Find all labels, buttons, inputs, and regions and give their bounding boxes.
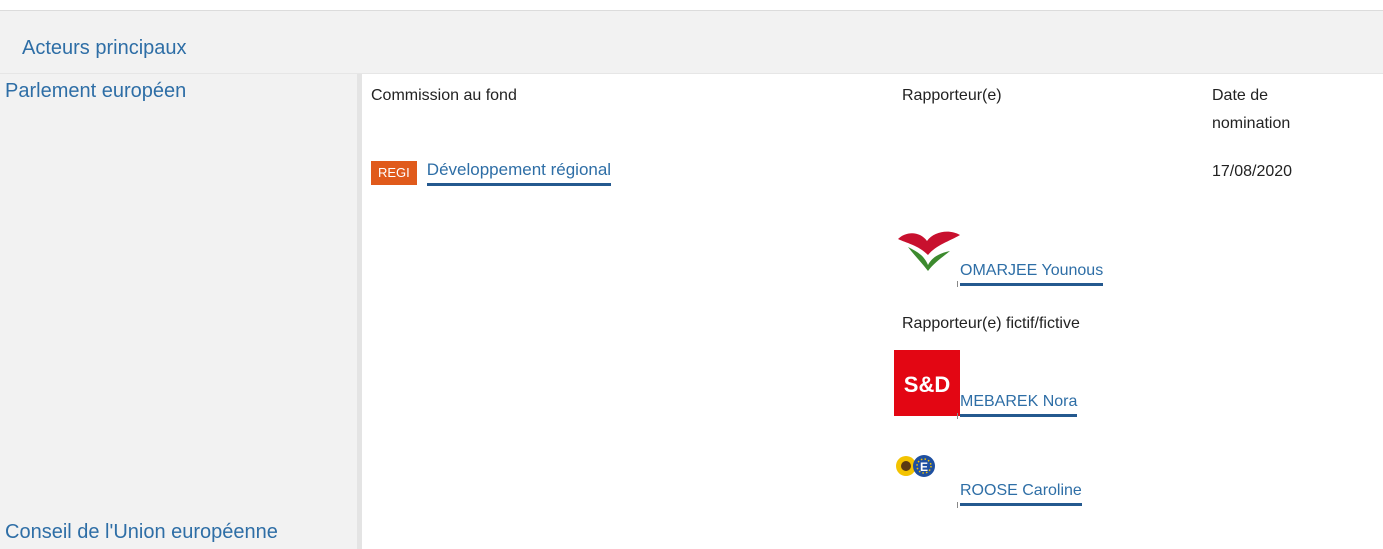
shadow-rapporteur-label: Rapporteur(e) fictif/fictive	[902, 315, 1080, 332]
council-label: Conseil de l'Union européenne	[5, 521, 278, 543]
sd-logo-icon: S&D	[894, 350, 960, 416]
greens-logo-letter: E	[920, 460, 928, 474]
committee-link[interactable]: Développement régional	[426, 160, 612, 186]
nomination-date: 17/08/2020	[1212, 163, 1293, 180]
shadow-link[interactable]: MEBAREK Nora	[960, 393, 1078, 417]
greens-efa-logo-icon: E	[896, 455, 935, 477]
committee-code-badge: REGI	[371, 161, 417, 185]
date-header-line1: Date de	[1212, 87, 1269, 104]
rapporteur-link[interactable]: OMARJEE Younous	[960, 262, 1104, 286]
sd-logo-text: S&D	[904, 372, 950, 397]
committee-column-header: Commission au fond	[371, 87, 517, 104]
parliament-label: Parlement européen	[5, 80, 187, 102]
gue-ngl-logo-icon	[898, 231, 960, 271]
section-header: Acteurs principaux	[0, 10, 1383, 74]
section-title: Acteurs principaux	[22, 37, 187, 59]
link-tick	[957, 413, 958, 419]
rapporteur-column-header: Rapporteur(e)	[902, 87, 1002, 104]
link-tick	[957, 502, 958, 508]
institution-column: Parlement européen Conseil de l'Union eu…	[0, 74, 362, 549]
committee-row: REGI Développement régional	[371, 160, 612, 186]
date-header-line2: nomination	[1212, 115, 1291, 132]
date-column-header: Date de nomination	[1212, 82, 1290, 138]
link-tick	[957, 281, 958, 287]
shadow-link[interactable]: ROOSE Caroline	[960, 482, 1082, 506]
